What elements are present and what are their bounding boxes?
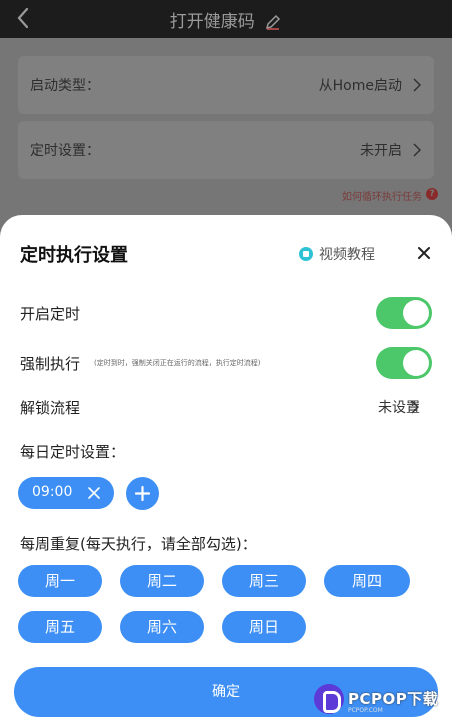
sheet-title: 定时执行设置	[20, 245, 128, 266]
edit-pen-icon[interactable]	[264, 13, 282, 31]
app-header: 打开健康码	[0, 0, 452, 38]
toggle-knob	[403, 350, 429, 376]
video-tutorial-link[interactable]: 视频教程	[319, 244, 375, 264]
day-button-wed[interactable]: 周三	[222, 565, 306, 597]
site-watermark: PCPOP下载 PCPOP.COM	[314, 682, 452, 720]
timer-settings-sheet: 定时执行设置 视频教程 开启定时 强制执行 (定时到时，强制关闭正在运行的流程，…	[0, 215, 452, 720]
video-camera-icon[interactable]	[299, 247, 313, 261]
day-button-thu[interactable]: 周四	[324, 565, 410, 597]
enable-timer-label: 开启定时	[20, 305, 81, 323]
day-button-mon[interactable]: 周一	[18, 565, 102, 597]
day-button-sat[interactable]: 周六	[120, 611, 204, 643]
enable-timer-toggle[interactable]	[376, 297, 432, 329]
time-chip-value: 09:00	[32, 484, 73, 500]
timer-setting-label: 定时设置：	[30, 143, 100, 159]
timer-setting-value: 未开启	[360, 143, 402, 159]
day-button-sun[interactable]: 周日	[222, 611, 306, 643]
chevron-right-icon[interactable]	[410, 399, 420, 415]
close-icon[interactable]	[416, 245, 432, 261]
toggle-knob	[403, 300, 429, 326]
force-run-note: (定时到时，强制关闭正在运行的流程，执行定时流程)	[94, 359, 261, 367]
force-run-toggle[interactable]	[376, 347, 432, 379]
loop-help-link[interactable]: 如何循环执行任务 ?	[342, 188, 438, 203]
start-type-label: 启动类型：	[30, 78, 100, 94]
timer-setting-row[interactable]: 定时设置： 未开启	[18, 121, 434, 179]
daily-timer-label: 每日定时设置：	[20, 443, 126, 461]
loop-help-text: 如何循环执行任务	[342, 192, 422, 203]
add-time-button[interactable]	[126, 477, 159, 510]
time-chip[interactable]: 09:00	[18, 477, 114, 509]
start-type-row[interactable]: 启动类型： 从Home启动	[18, 56, 434, 114]
page-title-wrap: 打开健康码	[0, 7, 452, 32]
watermark-subtext: PCPOP.COM	[348, 707, 383, 714]
chevron-right-icon	[413, 78, 421, 92]
force-run-label: 强制执行	[20, 355, 81, 373]
watermark-logo-icon	[314, 684, 344, 714]
remove-time-icon[interactable]	[86, 485, 102, 501]
page-title: 打开健康码	[169, 12, 255, 32]
day-button-fri[interactable]: 周五	[18, 611, 102, 643]
unlock-flow-label: 解锁流程	[20, 399, 81, 417]
question-icon: ?	[426, 188, 438, 200]
watermark-text: PCPOP下载	[348, 690, 439, 708]
weekly-repeat-label: 每周重复(每天执行，请全部勾选)：	[20, 535, 257, 553]
plus-icon	[134, 485, 151, 502]
chevron-right-icon	[413, 143, 421, 157]
start-type-value: 从Home启动	[318, 78, 402, 94]
day-button-tue[interactable]: 周二	[120, 565, 204, 597]
